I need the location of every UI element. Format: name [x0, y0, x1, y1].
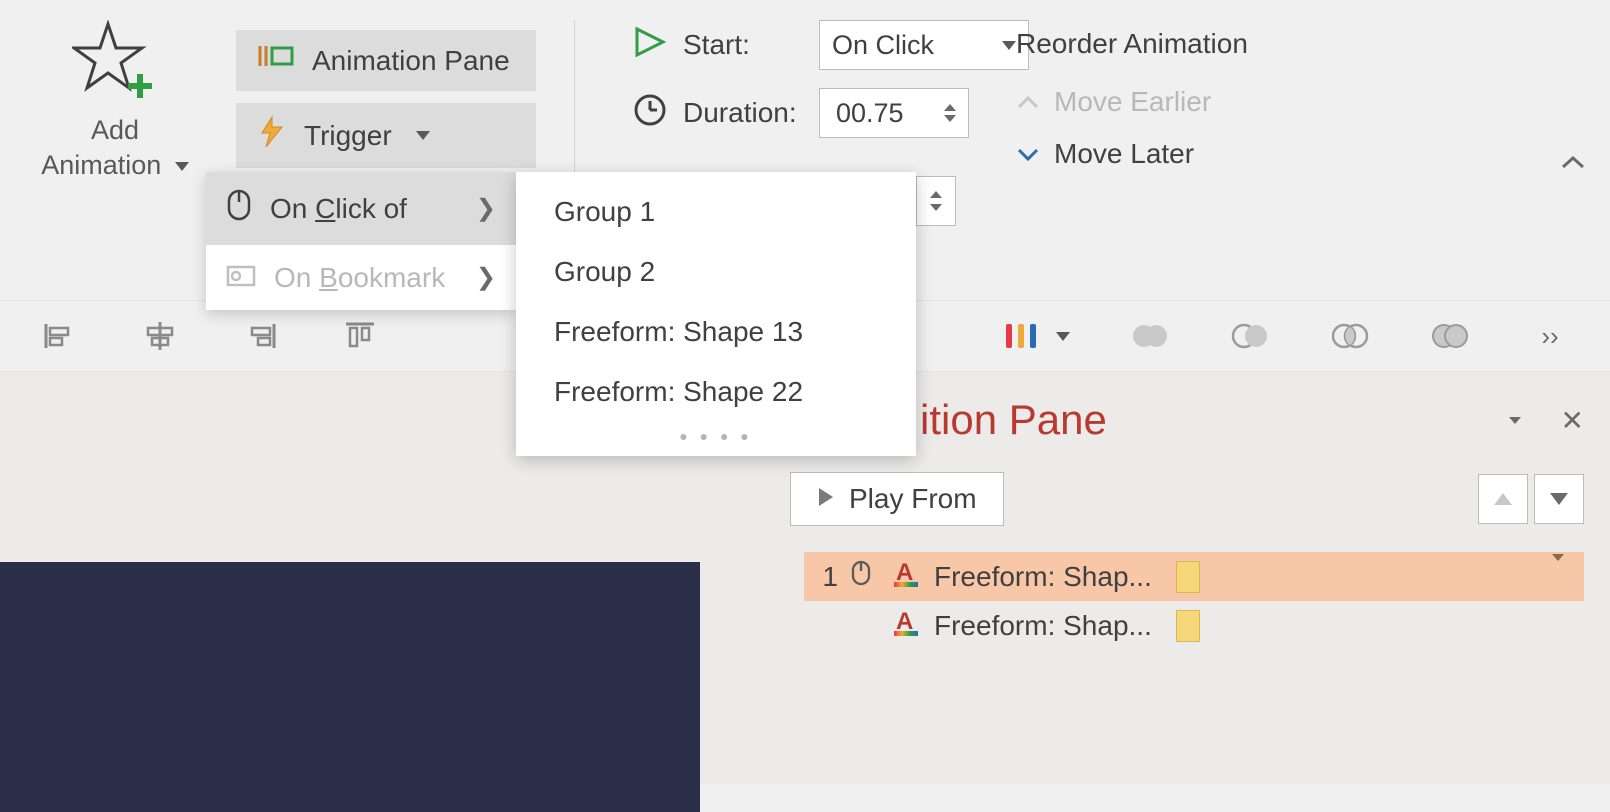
trigger-on-bookmark-label: On Bookmark	[274, 262, 445, 294]
slide-preview-shape	[0, 562, 700, 812]
star-add-icon	[72, 20, 158, 107]
trigger-menu: On Click of ❯ On Bookmark ❯	[206, 172, 516, 310]
collapse-ribbon-icon[interactable]	[1560, 146, 1586, 178]
trigger-on-click-label: On Click of	[270, 193, 407, 225]
align-center-h-icon[interactable]	[140, 316, 180, 356]
spinner-up-icon[interactable]	[930, 191, 942, 198]
animation-pane-icon	[258, 42, 294, 79]
move-up-button	[1478, 474, 1528, 524]
move-later-button[interactable]: Move Later	[1016, 138, 1610, 170]
chevron-right-icon: ❯	[476, 263, 496, 292]
merge-intersect-icon[interactable]	[1430, 316, 1470, 356]
align-top-icon[interactable]	[340, 316, 380, 356]
spinner-down-icon[interactable]	[944, 115, 956, 122]
trigger-shape-submenu: Group 1 Group 2 Freeform: Shape 13 Freef…	[516, 172, 916, 456]
chevron-down-icon	[1056, 332, 1070, 341]
move-earlier-button: Move Earlier	[1016, 86, 1610, 118]
merge-union-icon[interactable]	[1130, 316, 1170, 356]
merge-combine-icon[interactable]	[1230, 316, 1270, 356]
move-later-label: Move Later	[1054, 138, 1194, 170]
mouse-icon	[226, 188, 252, 229]
bookmark-icon	[226, 261, 256, 294]
align-right-icon[interactable]	[240, 316, 280, 356]
add-animation-button[interactable]: Add Animation	[25, 20, 205, 183]
animation-item-label: Freeform: Shap...	[934, 561, 1164, 593]
animation-timeline-bar[interactable]	[1176, 610, 1200, 642]
submenu-item-group-2[interactable]: Group 2	[516, 242, 916, 302]
lightning-icon	[258, 115, 286, 156]
font-color-effect-icon: A	[892, 607, 922, 644]
spinner-up-icon[interactable]	[944, 104, 956, 111]
chevron-up-icon	[1016, 86, 1040, 118]
duration-spinner[interactable]: 00.75	[819, 88, 969, 138]
mouse-icon	[850, 559, 880, 594]
qat-overflow-icon[interactable]: ››	[1530, 316, 1570, 356]
close-icon[interactable]: ✕	[1561, 404, 1584, 437]
pane-options-icon[interactable]	[1509, 417, 1521, 424]
move-earlier-label: Move Earlier	[1054, 86, 1211, 118]
play-icon	[817, 483, 835, 515]
play-from-label: Play From	[849, 483, 977, 515]
pens-icon	[1002, 316, 1040, 356]
animation-timeline-bar[interactable]	[1176, 561, 1200, 593]
merge-fragment-icon[interactable]	[1330, 316, 1370, 356]
play-from-button[interactable]: Play From	[790, 472, 1004, 526]
animation-pane-title: ition Pane	[920, 396, 1107, 444]
chevron-down-icon	[175, 162, 189, 171]
align-left-icon[interactable]	[40, 316, 80, 356]
start-select-value: On Click	[832, 30, 934, 61]
svg-text:A: A	[896, 559, 913, 586]
animation-pane-button[interactable]: Animation Pane	[236, 30, 536, 91]
clock-icon	[633, 93, 667, 134]
animation-sequence-number: 1	[812, 561, 838, 593]
delay-spinner[interactable]	[916, 176, 956, 226]
font-color-effect-icon: A	[892, 558, 922, 595]
trigger-button-label: Trigger	[304, 120, 392, 152]
trigger-on-click-of[interactable]: On Click of ❯	[206, 172, 516, 245]
animation-item[interactable]: 1 A Freeform: Shap...	[804, 552, 1584, 601]
triangle-up-icon	[1494, 493, 1512, 505]
duration-value: 00.75	[836, 98, 904, 129]
animation-item-label: Freeform: Shap...	[934, 610, 1164, 642]
animation-pane-button-label: Animation Pane	[312, 45, 510, 77]
animation-item[interactable]: A Freeform: Shap...	[804, 601, 1584, 650]
play-triangle-icon	[633, 25, 667, 66]
submenu-item-group-1[interactable]: Group 1	[516, 182, 916, 242]
trigger-on-bookmark: On Bookmark ❯	[206, 245, 516, 310]
move-down-button[interactable]	[1534, 474, 1584, 524]
chevron-right-icon: ❯	[476, 194, 496, 223]
submenu-item-shape-22[interactable]: Freeform: Shape 22	[516, 362, 916, 422]
reorder-title: Reorder Animation	[1016, 28, 1610, 60]
triangle-down-icon	[1550, 493, 1568, 505]
duration-label: Duration:	[683, 97, 803, 129]
chevron-down-icon	[1016, 138, 1040, 170]
spinner-down-icon[interactable]	[930, 204, 942, 211]
add-animation-label-2: Animation	[41, 150, 161, 180]
trigger-button[interactable]: Trigger	[236, 103, 536, 168]
chevron-down-icon	[416, 131, 430, 140]
animation-list: 1 A Freeform: Shap... A Freeform: Shap	[790, 546, 1584, 650]
submenu-resize-grip[interactable]: ● ● ● ●	[516, 422, 916, 446]
submenu-item-shape-13[interactable]: Freeform: Shape 13	[516, 302, 916, 362]
add-animation-label-1: Add	[41, 113, 189, 148]
pens-button[interactable]	[1002, 316, 1070, 356]
svg-text:A: A	[896, 608, 913, 635]
animation-item-menu[interactable]	[1552, 561, 1564, 593]
start-label: Start:	[683, 29, 803, 61]
